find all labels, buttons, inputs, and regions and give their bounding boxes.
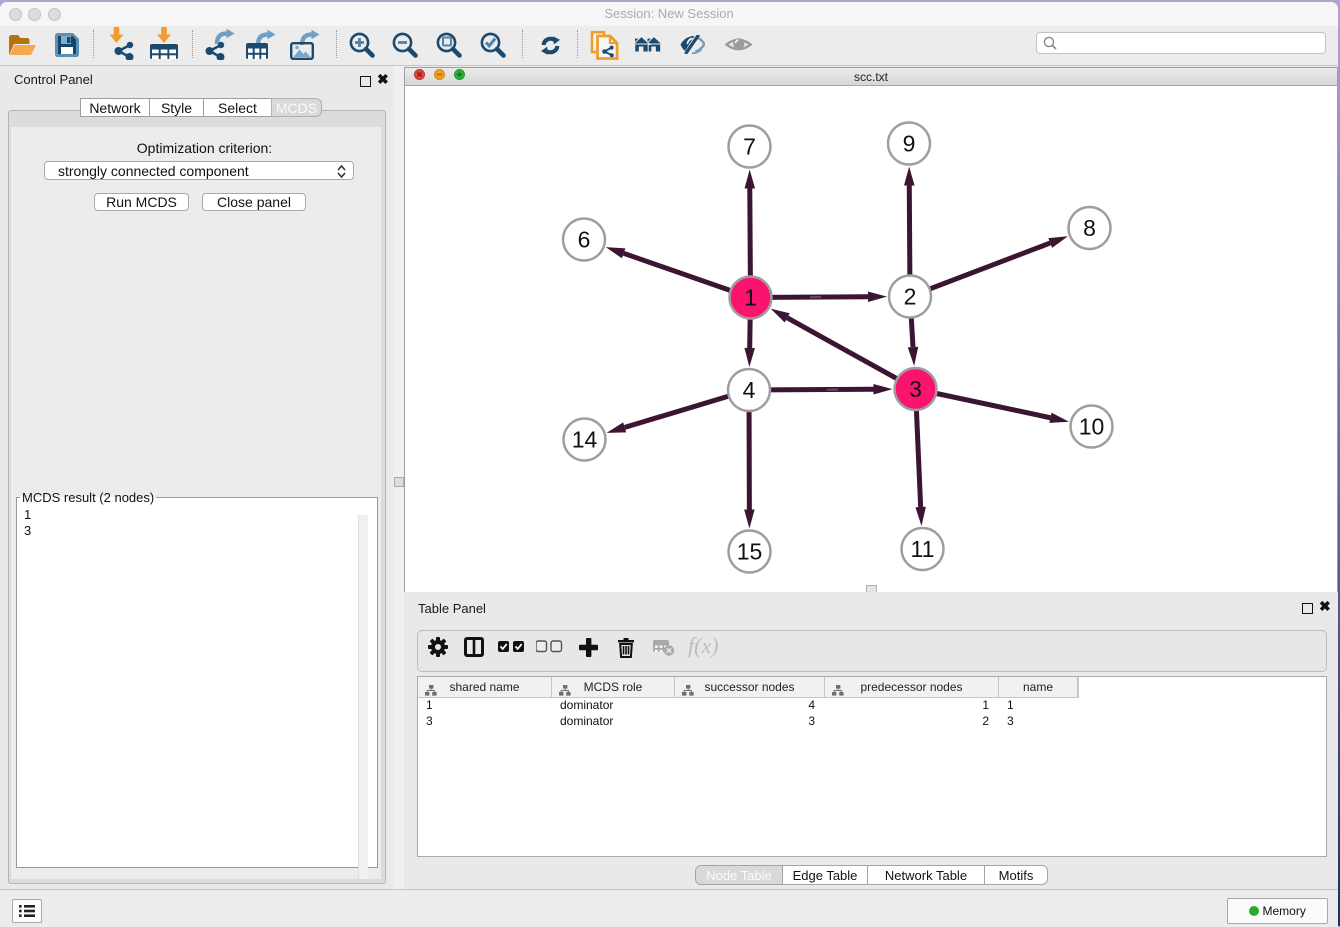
svg-text:3: 3 [909,376,922,402]
svg-text:8: 8 [1083,215,1096,241]
svg-text:2: 2 [904,284,917,310]
svg-text:6: 6 [578,227,591,253]
svg-text:10: 10 [1079,414,1105,440]
svg-text:7: 7 [743,134,756,160]
svg-text:9: 9 [903,131,916,157]
svg-text:14: 14 [572,427,598,453]
svg-text:15: 15 [737,539,763,565]
svg-text:4: 4 [743,377,756,403]
svg-text:11: 11 [911,536,935,562]
svg-text:1: 1 [744,285,757,311]
